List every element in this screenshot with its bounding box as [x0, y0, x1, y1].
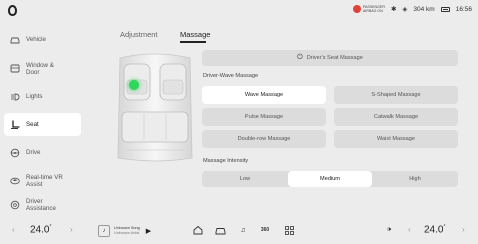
sidebar-item-realtime-vr-assist[interactable]: Real-time VR Assist — [4, 169, 81, 192]
bluetooth-icon: ✱ — [390, 6, 397, 13]
drivers-seat-massage-button[interactable]: ⏻ Driver's Seat Massage — [202, 50, 458, 66]
music-widget[interactable]: ♪ Unknown Song Unknown Artist ▶ — [98, 223, 160, 238]
sidebar-item-label: Real-time VR Assist — [26, 173, 63, 188]
temp-left-increase-icon[interactable]: › — [70, 225, 73, 234]
headlight-icon — [10, 92, 20, 102]
sidebar-item-label: Vehicle — [26, 36, 46, 43]
car-icon — [10, 35, 20, 45]
vehicle-icon[interactable] — [214, 224, 226, 236]
seat-icon — [10, 119, 20, 130]
sidebar-item-label: Seat — [26, 121, 39, 128]
mode-wave-massage-button[interactable]: Wave Massage — [202, 86, 326, 104]
intensity-high-option[interactable]: High — [372, 171, 458, 187]
song-artist: Unknown Artist — [114, 230, 140, 235]
sidebar-item-label: Driver Assistance — [26, 197, 56, 212]
range-readout: 304 km — [413, 5, 435, 13]
battery-icon — [440, 6, 450, 12]
mode-waist-massage-button[interactable]: Waist Massage — [334, 130, 458, 148]
mode-double-row-massage-button[interactable]: Double-row Massage — [202, 130, 326, 148]
sidebar-item-window-door[interactable]: Window & Door — [4, 57, 81, 80]
intensity-medium-option[interactable]: Medium — [288, 171, 372, 187]
status-indicators: PASSENGER AIRBAG ON ✱ ◈ 304 km 16:56 — [352, 5, 472, 13]
sidebar-item-label: Window & Door — [26, 61, 54, 76]
tab-adjustment[interactable]: Adjustment — [120, 30, 158, 39]
active-tab-indicator — [180, 41, 206, 43]
temp-left-decrease-icon[interactable]: ‹ — [12, 225, 15, 234]
airbag-icon — [352, 5, 361, 13]
degree-symbol: ° — [443, 224, 446, 230]
sidebar-item-label: Lights — [26, 93, 43, 100]
brand-logo-icon — [8, 5, 17, 16]
settings-sidebar: Vehicle Window & Door Lights Seat Drive … — [0, 24, 84, 218]
home-icon[interactable] — [192, 224, 204, 236]
intensity-section-label: Massage Intensity — [203, 158, 249, 164]
sidebar-item-vehicle[interactable]: Vehicle — [4, 28, 81, 51]
power-icon: ⏻ — [297, 54, 303, 61]
clock: 16:56 — [455, 5, 472, 13]
airbag-line2: AIRBAG ON — [362, 9, 383, 13]
vr-car-icon — [10, 176, 20, 186]
drivers-seat-massage-label: Driver's Seat Massage — [306, 55, 363, 61]
steering-wheel-icon — [10, 148, 20, 158]
passenger-temperature-value: 24.0 — [424, 224, 444, 236]
album-art-icon: ♪ — [98, 224, 110, 237]
sidebar-item-lights[interactable]: Lights — [4, 85, 81, 108]
sidebar-item-label: Drive — [26, 149, 41, 156]
passenger-temperature[interactable]: 24.0° — [424, 224, 445, 235]
wave-massage-section-label: Driver-Wave Massage — [203, 73, 259, 79]
temp-right-increase-icon[interactable]: › — [462, 225, 465, 234]
apps-grid-icon[interactable] — [283, 224, 295, 236]
driver-temperature-value: 24.0 — [30, 224, 50, 236]
wifi-icon: ◈ — [402, 6, 408, 13]
song-title: Unknown Song — [114, 226, 140, 230]
driver-temperature[interactable]: 24.0° — [30, 224, 51, 235]
mode-pulse-massage-button[interactable]: Pulse Massage — [202, 108, 326, 126]
passenger-airbag-status: PASSENGER AIRBAG ON — [352, 5, 385, 13]
temp-right-decrease-icon[interactable]: ‹ — [408, 225, 411, 234]
tab-massage[interactable]: Massage — [180, 30, 210, 39]
intensity-low-option[interactable]: Low — [202, 171, 288, 187]
fan-360-icon[interactable]: 360 — [259, 224, 271, 236]
driver-assistance-icon — [10, 200, 20, 210]
bottom-dock: ‹ 24.0° › ♪ Unknown Song Unknown Artist ▶… — [0, 218, 478, 244]
window-door-icon — [10, 64, 20, 74]
mode-s-shaped-massage-button[interactable]: S-Shaped Massage — [334, 86, 458, 104]
status-bar: PASSENGER AIRBAG ON ✱ ◈ 304 km 16:56 — [0, 0, 478, 22]
intensity-selector: Low Medium High — [202, 171, 458, 187]
mode-catwalk-massage-button[interactable]: Catwalk Massage — [334, 108, 458, 126]
play-icon[interactable]: ▶ — [146, 227, 151, 235]
sidebar-item-drive[interactable]: Drive — [4, 141, 81, 164]
car-seat-diagram — [112, 52, 198, 164]
degree-symbol: ° — [49, 224, 52, 230]
active-seat-indicator — [129, 80, 139, 90]
music-note-icon[interactable]: ♫ — [237, 224, 249, 236]
volume-icon[interactable]: 🕩 — [383, 224, 395, 236]
sidebar-item-driver-assistance[interactable]: Driver Assistance — [4, 193, 81, 216]
sidebar-item-seat[interactable]: Seat — [4, 113, 81, 136]
